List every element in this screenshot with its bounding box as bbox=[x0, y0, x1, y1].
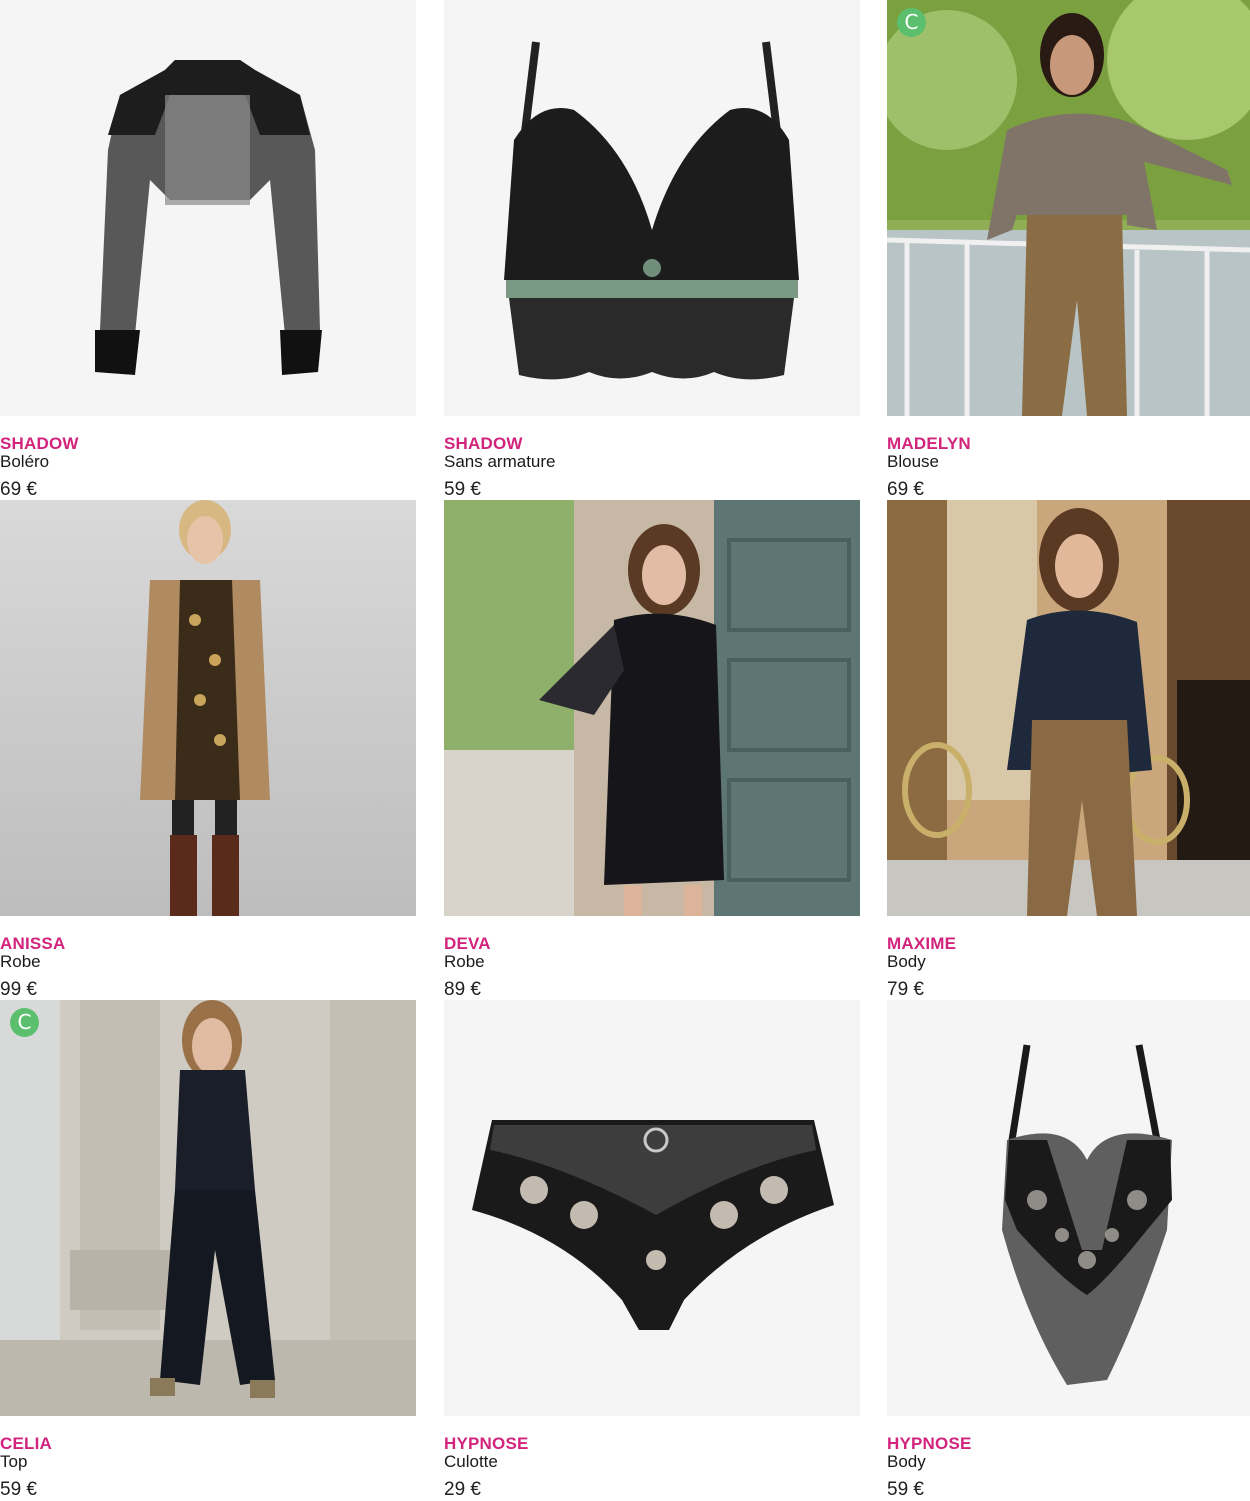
product-price: 59 € bbox=[0, 1479, 37, 1500]
product-brand[interactable]: MAXIME bbox=[887, 934, 956, 954]
product-price: 89 € bbox=[444, 979, 481, 1000]
eco-badge-icon: C bbox=[897, 8, 926, 37]
product-price: 79 € bbox=[887, 979, 924, 1000]
product-name: Body bbox=[887, 1452, 926, 1471]
product-card[interactable]: C CELIA Top 59 € bbox=[0, 1000, 416, 1500]
product-card[interactable]: DEVA Robe 89 € bbox=[444, 500, 860, 1000]
product-price: 99 € bbox=[0, 979, 37, 1000]
product-name: Body bbox=[887, 952, 926, 971]
product-price: 59 € bbox=[887, 1479, 924, 1500]
product-image-bolero[interactable] bbox=[0, 0, 416, 416]
product-grid: SHADOW Boléro 69 € SHADOW Sans armature … bbox=[0, 0, 1250, 1500]
product-card[interactable]: SHADOW Sans armature 59 € bbox=[444, 0, 860, 500]
product-name: Blouse bbox=[887, 452, 939, 471]
product-brand[interactable]: CELIA bbox=[0, 1434, 52, 1454]
product-image-dress-cardigan[interactable] bbox=[0, 500, 416, 916]
product-image-lace-brief[interactable] bbox=[444, 1000, 860, 1416]
product-image-satin-body[interactable] bbox=[887, 500, 1250, 916]
product-image-top-jeans[interactable]: C bbox=[0, 1000, 416, 1416]
product-brand[interactable]: DEVA bbox=[444, 934, 491, 954]
product-name: Boléro bbox=[0, 452, 50, 471]
product-card[interactable]: C MADELYN Blouse 69 € bbox=[887, 0, 1250, 500]
product-name: Culotte bbox=[444, 1452, 498, 1471]
product-image-lace-dress[interactable] bbox=[444, 500, 860, 916]
product-card[interactable]: HYPNOSE Culotte 29 € bbox=[444, 1000, 860, 1500]
product-name: Robe bbox=[0, 952, 41, 971]
eco-badge-icon: C bbox=[10, 1008, 39, 1037]
product-price: 29 € bbox=[444, 1479, 481, 1500]
product-name: Robe bbox=[444, 952, 485, 971]
product-brand[interactable]: SHADOW bbox=[444, 434, 523, 454]
product-image-lace-bodysuit[interactable] bbox=[887, 1000, 1250, 1416]
product-brand[interactable]: ANISSA bbox=[0, 934, 65, 954]
product-card[interactable]: ANISSA Robe 99 € bbox=[0, 500, 416, 1000]
product-name: Sans armature bbox=[444, 452, 556, 471]
product-image-bralette[interactable] bbox=[444, 0, 860, 416]
product-name: Top bbox=[0, 1452, 28, 1471]
product-brand[interactable]: SHADOW bbox=[0, 434, 79, 454]
product-price: 69 € bbox=[887, 479, 924, 500]
product-card[interactable]: HYPNOSE Body 59 € bbox=[887, 1000, 1250, 1500]
product-card[interactable]: SHADOW Boléro 69 € bbox=[0, 0, 416, 500]
product-card[interactable]: MAXIME Body 79 € bbox=[887, 500, 1250, 1000]
product-price: 59 € bbox=[444, 479, 481, 500]
product-brand[interactable]: HYPNOSE bbox=[444, 1434, 529, 1454]
product-price: 69 € bbox=[0, 479, 37, 500]
product-brand[interactable]: HYPNOSE bbox=[887, 1434, 972, 1454]
product-image-blouse[interactable]: C bbox=[887, 0, 1250, 416]
product-brand[interactable]: MADELYN bbox=[887, 434, 971, 454]
